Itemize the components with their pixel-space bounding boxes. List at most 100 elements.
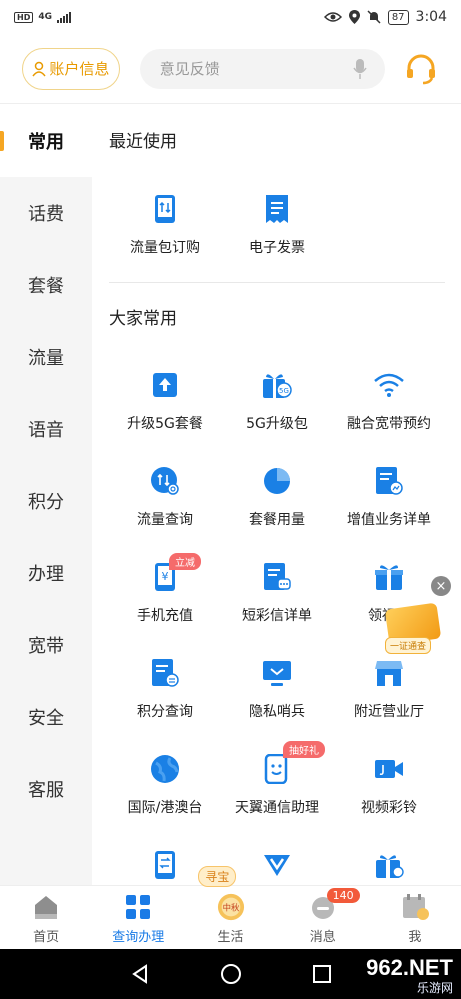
close-ad-icon[interactable]: × — [431, 576, 451, 596]
back-icon[interactable] — [130, 964, 150, 984]
points-doc-icon — [149, 657, 181, 689]
main-content: 最近使用 流量包订购 电子发票 大家常用 升级5G套餐 5G 5G升级包 融合宽… — [92, 105, 461, 885]
service-label: 短彩信详单 — [242, 608, 312, 624]
svg-text:5G: 5G — [279, 387, 289, 395]
sidebar-item-voice[interactable]: 语音 — [0, 393, 92, 465]
service-label: 附近营业厅 — [354, 704, 424, 720]
upgrade-icon — [149, 369, 181, 401]
discount-tag: 立减 — [169, 553, 201, 570]
doc-chart-icon — [373, 465, 405, 497]
hd-icon: HD — [14, 11, 34, 23]
section-divider — [109, 282, 445, 283]
service-nearby-store[interactable]: 附近营业厅 — [331, 657, 447, 721]
recent-section-title: 最近使用 — [109, 132, 177, 152]
phone-data-icon — [149, 193, 181, 225]
microphone-icon[interactable] — [353, 58, 367, 80]
tab-messages[interactable]: 140 消息 — [277, 886, 369, 949]
search-placeholder: 意见反馈 — [159, 60, 220, 78]
service-label: 升级5G套餐 — [127, 416, 203, 432]
service-vip[interactable] — [219, 849, 335, 885]
sidebar-item-label: 积分 — [28, 492, 64, 513]
tab-query-handle[interactable]: 查询办理 — [92, 886, 184, 949]
service-broadband-booking[interactable]: 融合宽带预约 — [331, 369, 447, 433]
service-video-ringtone[interactable]: 视频彩铃 — [331, 753, 447, 817]
service-plan-usage[interactable]: 套餐用量 — [219, 465, 335, 529]
sidebar-item-label: 常用 — [28, 132, 64, 153]
service-label: 流量查询 — [137, 512, 193, 528]
sidebar-item-data[interactable]: 流量 — [0, 321, 92, 393]
service-e-invoice[interactable]: 电子发票 — [219, 193, 335, 257]
sidebar-item-label: 客服 — [28, 780, 64, 801]
wifi-icon — [373, 369, 405, 401]
mid-autumn-text: 中秋 — [222, 903, 239, 913]
account-info-label: 账户信息 — [49, 60, 110, 78]
service-vas-details[interactable]: 增值业务详单 — [331, 465, 447, 529]
service-label: 融合宽带预约 — [347, 416, 431, 432]
eye-icon — [323, 12, 342, 22]
svg-text:¥: ¥ — [162, 570, 169, 583]
service-points-query[interactable]: 积分查询 — [107, 657, 223, 721]
sidebar-item-bill[interactable]: 话费 — [0, 177, 92, 249]
system-nav-bar: 962.NET 乐游网 — [0, 949, 461, 999]
service-international[interactable]: 国际/港澳台 — [107, 753, 223, 817]
service-phone-recharge[interactable]: ¥ 立减 手机充值 — [107, 553, 223, 625]
tab-me[interactable]: 我 — [369, 886, 461, 949]
location-icon — [348, 10, 360, 24]
phone-yuan-icon: ¥ 立减 — [149, 553, 201, 593]
customer-service-icon[interactable] — [403, 51, 439, 87]
watermark-sub: 乐游网 — [416, 981, 453, 995]
search-input[interactable]: 意见反馈 — [139, 48, 386, 89]
tab-label: 生活 — [217, 930, 244, 945]
service-data-query[interactable]: 流量查询 — [107, 465, 223, 529]
service-gift-yuan[interactable] — [331, 849, 447, 885]
vip-icon — [261, 849, 293, 881]
calendar-sign-icon — [401, 893, 429, 921]
sidebar-item-plan[interactable]: 套餐 — [0, 249, 92, 321]
mid-autumn-icon: 中秋 — [217, 893, 245, 921]
sidebar-item-label: 安全 — [28, 708, 64, 729]
sidebar-item-common[interactable]: 常用 — [0, 105, 92, 177]
sidebar-item-label: 套餐 — [28, 276, 64, 297]
service-label: 电子发票 — [249, 240, 305, 256]
store-icon — [373, 657, 405, 689]
globe-icon — [149, 753, 181, 785]
sidebar-item-handle[interactable]: 办理 — [0, 537, 92, 609]
tab-home[interactable]: 首页 — [0, 886, 92, 949]
gift-yuan-icon — [373, 849, 405, 881]
service-label: 流量包订购 — [130, 240, 200, 256]
service-data-pack[interactable]: 流量包订购 — [107, 193, 223, 257]
mute-bell-icon — [367, 10, 381, 24]
service-tianyi-assistant[interactable]: 抽好礼 天翼通信助理 — [219, 741, 335, 817]
service-label: 5G升级包 — [246, 416, 308, 432]
floating-ad[interactable]: 一证通查 — [383, 602, 443, 654]
home-circle-icon[interactable] — [220, 963, 242, 985]
service-upgrade-5g[interactable]: 升级5G套餐 — [107, 369, 223, 433]
recents-icon[interactable] — [312, 964, 332, 984]
service-sms-details[interactable]: 短彩信详单 — [219, 561, 335, 625]
header: 账户信息 意见反馈 — [0, 34, 461, 104]
sidebar-item-label: 办理 — [28, 564, 64, 585]
treasure-hunt-badge: 寻宝 — [198, 866, 237, 887]
service-label: 隐私哨兵 — [249, 704, 305, 720]
tab-label: 消息 — [309, 930, 336, 945]
bottom-tab-bar: 首页 查询办理 寻宝 中秋 生活 140 消息 我 — [0, 866, 461, 949]
service-privacy-sentinel[interactable]: 隐私哨兵 — [219, 657, 335, 721]
video-icon — [373, 753, 405, 785]
phone-swap-icon — [149, 849, 181, 881]
sidebar-item-service[interactable]: 客服 — [0, 753, 92, 825]
sidebar-item-label: 宽带 — [28, 636, 64, 657]
service-5g-pack[interactable]: 5G 5G升级包 — [219, 369, 335, 433]
floating-ad-label: 一证通查 — [385, 637, 432, 654]
service-label: 视频彩铃 — [361, 800, 417, 816]
tab-label: 首页 — [33, 930, 60, 945]
sidebar-item-security[interactable]: 安全 — [0, 681, 92, 753]
home-icon — [32, 893, 60, 921]
service-label: 国际/港澳台 — [127, 800, 203, 816]
account-info-button[interactable]: 账户信息 — [22, 47, 120, 90]
sidebar-item-label: 话费 — [28, 204, 64, 225]
sidebar-item-broadband[interactable]: 宽带 — [0, 609, 92, 681]
status-bar: HD 4G 87 3:04 — [0, 0, 461, 34]
sidebar-item-points[interactable]: 积分 — [0, 465, 92, 537]
tab-life[interactable]: 寻宝 中秋 生活 — [184, 866, 276, 949]
gift-5g-icon: 5G — [261, 369, 293, 401]
